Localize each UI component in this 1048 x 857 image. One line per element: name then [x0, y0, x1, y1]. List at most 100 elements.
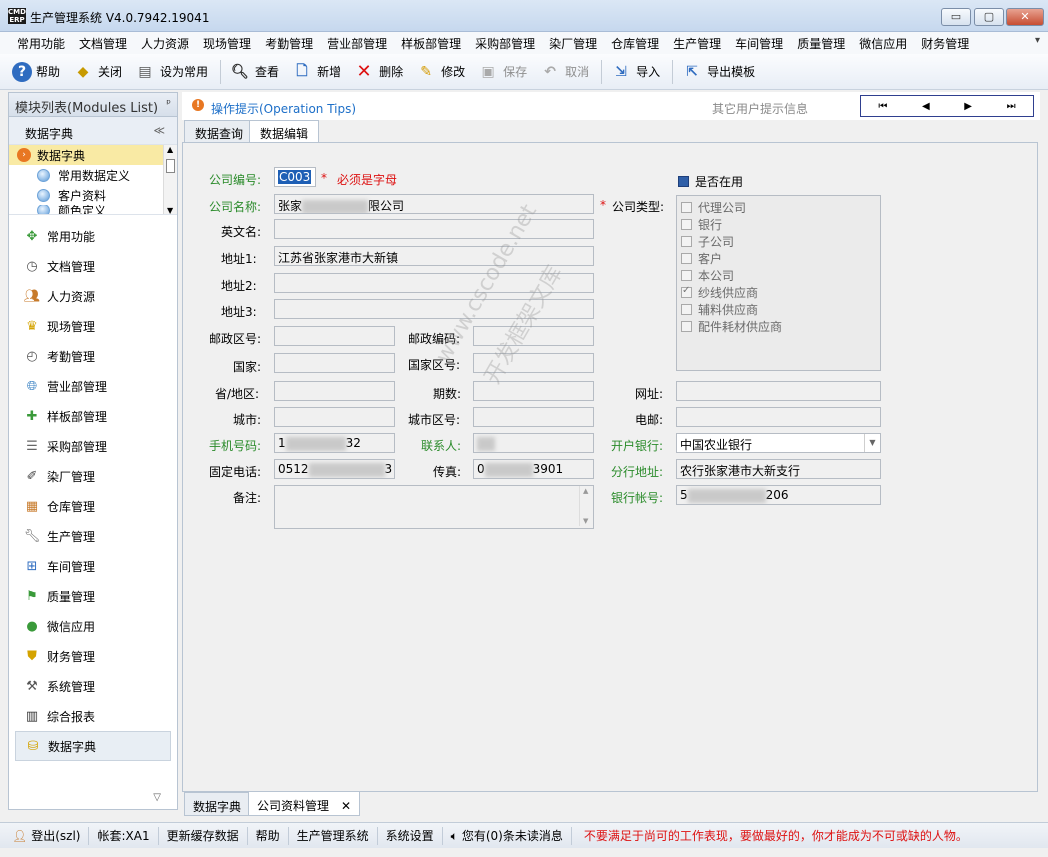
tree-node-colors[interactable]: 颜色定义	[9, 205, 177, 214]
module-production[interactable]: 🔧︎ 生产管理	[9, 521, 177, 551]
address2-input[interactable]	[274, 273, 594, 293]
menu-common[interactable]: 常用功能	[10, 35, 72, 52]
address3-input[interactable]	[274, 299, 594, 319]
close-tab-icon[interactable]: ✕	[341, 799, 351, 813]
collapse-icon[interactable]: ≪	[153, 124, 165, 137]
menu-documents[interactable]: 文档管理	[72, 35, 134, 52]
menu-workshop[interactable]: 车间管理	[728, 35, 790, 52]
tab-data-edit[interactable]: 数据编辑	[249, 120, 320, 143]
account-input[interactable]: 5 206	[676, 485, 881, 505]
menu-sales[interactable]: 营业部管理	[320, 35, 394, 52]
module-attendance[interactable]: ◴ 考勤管理	[9, 341, 177, 371]
module-wechat[interactable]: ● 微信应用	[9, 611, 177, 641]
remark-textarea[interactable]: ▲ ▼	[274, 485, 594, 529]
doc-tab-data-dictionary[interactable]: 数据字典	[184, 792, 251, 816]
module-workshop[interactable]: ⊞ 车间管理	[9, 551, 177, 581]
maximize-button[interactable]: ▢	[974, 8, 1004, 26]
in-use-checkbox[interactable]: 是否在用	[678, 173, 743, 190]
module-dyeing[interactable]: ✐ 染厂管理	[9, 461, 177, 491]
menu-finance[interactable]: 财务管理	[914, 35, 976, 52]
import-button[interactable]: ⇲ 导入	[610, 61, 660, 83]
pin-icon[interactable]: ᵖ	[166, 97, 171, 110]
city-input[interactable]	[274, 407, 395, 427]
menu-site[interactable]: 现场管理	[196, 35, 258, 52]
phone-input[interactable]: 0512 3	[274, 459, 395, 479]
menu-production[interactable]: 生产管理	[666, 35, 728, 52]
country-input[interactable]	[274, 353, 395, 373]
tab-data-query[interactable]: 数据查询	[184, 120, 255, 142]
type-bank[interactable]: 银行	[681, 216, 876, 233]
save-button[interactable]: ▣ 保存	[477, 61, 527, 83]
minimize-button[interactable]: ▭	[941, 8, 971, 26]
city-area-input[interactable]	[473, 407, 594, 427]
set-common-button[interactable]: ▤ 设为常用	[134, 61, 208, 83]
cancel-button[interactable]: ↶ 取消	[539, 61, 589, 83]
menu-wechat[interactable]: 微信应用	[852, 35, 914, 52]
period-input[interactable]	[473, 381, 594, 401]
postal-area-input[interactable]	[274, 326, 395, 346]
website-input[interactable]	[676, 381, 881, 401]
add-button[interactable]: 🗋 新增	[291, 61, 341, 83]
menu-warehouse[interactable]: 仓库管理	[604, 35, 666, 52]
delete-button[interactable]: ✕ 删除	[353, 61, 404, 83]
doc-tab-company-info[interactable]: 公司资料管理 ✕	[248, 792, 361, 816]
next-record-icon[interactable]: ▶	[964, 101, 972, 112]
module-warehouse[interactable]: ▦ 仓库管理	[9, 491, 177, 521]
province-input[interactable]	[274, 381, 395, 401]
scroll-thumb[interactable]	[166, 159, 175, 173]
messages-button[interactable]: 🔈︎ 您有(0)条未读消息	[443, 826, 572, 845]
branch-input[interactable]: 农行张家港市大新支行	[676, 459, 881, 479]
type-accessory-supplier[interactable]: 辅料供应商	[681, 301, 876, 318]
expand-more-icon[interactable]: ▽	[9, 792, 177, 803]
tree-node-common-data[interactable]: 常用数据定义	[9, 165, 177, 185]
module-purchasing[interactable]: ☰ 采购部管理	[9, 431, 177, 461]
export-template-button[interactable]: ⇱ 导出模板	[681, 61, 755, 83]
module-data-dictionary[interactable]: ⛁ 数据字典	[15, 731, 171, 761]
view-button[interactable]: 🔍︎ 查看	[229, 61, 279, 83]
tree-scrollbar[interactable]: ▲ ▼	[163, 145, 177, 214]
menu-overflow-icon[interactable]: ▾	[1035, 35, 1040, 46]
type-agent[interactable]: 代理公司	[681, 199, 876, 216]
module-sample[interactable]: ✚ 样板部管理	[9, 401, 177, 431]
module-hr[interactable]: 👥︎ 人力资源	[9, 281, 177, 311]
fax-input[interactable]: 0 3901	[473, 459, 594, 479]
menu-sample[interactable]: 样板部管理	[394, 35, 468, 52]
module-system[interactable]: ⚒ 系统管理	[9, 671, 177, 701]
type-own-company[interactable]: 本公司	[681, 267, 876, 284]
section-header[interactable]: 数据字典 ≪	[9, 117, 177, 145]
address1-input[interactable]: 江苏省张家港市大新镇	[274, 246, 594, 266]
module-quality[interactable]: ⚑ 质量管理	[9, 581, 177, 611]
edit-button[interactable]: ✎ 修改	[415, 61, 465, 83]
remark-scrollbar[interactable]: ▲ ▼	[579, 486, 593, 526]
module-site[interactable]: ♛ 现场管理	[9, 311, 177, 341]
dropdown-arrow-icon[interactable]: ▼	[864, 434, 880, 452]
menu-dyeing[interactable]: 染厂管理	[542, 35, 604, 52]
first-record-icon[interactable]: ⏮	[878, 101, 887, 112]
module-finance[interactable]: ⛊ 财务管理	[9, 641, 177, 671]
last-record-icon[interactable]: ⏭	[1007, 101, 1016, 112]
status-system-button[interactable]: 生产管理系统	[289, 826, 378, 845]
logout-button[interactable]: 👤︎ 登出(szl)	[0, 826, 90, 845]
status-help-button[interactable]: 帮助	[248, 826, 289, 845]
module-sales[interactable]: 🌐︎ 营业部管理	[9, 371, 177, 401]
menu-hr[interactable]: 人力资源	[134, 35, 196, 52]
country-area-input[interactable]	[473, 353, 594, 373]
contact-input[interactable]	[473, 433, 594, 453]
company-code-input[interactable]: C003	[274, 167, 316, 187]
close-window-button[interactable]: ✕	[1006, 8, 1044, 26]
menu-purchasing[interactable]: 采购部管理	[468, 35, 542, 52]
module-documents[interactable]: ◷ 文档管理	[9, 251, 177, 281]
type-customer[interactable]: 客户	[681, 250, 876, 267]
postal-code-input[interactable]	[473, 326, 594, 346]
type-yarn-supplier[interactable]: 纱线供应商	[681, 284, 876, 301]
company-name-input[interactable]: 张家 限公司	[274, 194, 594, 214]
prev-record-icon[interactable]: ◀	[922, 101, 930, 112]
bank-select[interactable]: 中国农业银行 ▼	[676, 433, 881, 453]
english-name-input[interactable]	[274, 219, 594, 239]
module-common[interactable]: ✥ 常用功能	[9, 221, 177, 251]
close-button[interactable]: ◆ 关闭	[72, 61, 122, 83]
tree-node-data-dictionary[interactable]: › 数据字典	[9, 145, 163, 165]
menu-attendance[interactable]: 考勤管理	[258, 35, 320, 52]
type-consumables-supplier[interactable]: 配件耗材供应商	[681, 318, 876, 335]
module-reports[interactable]: ▥ 综合报表	[9, 701, 177, 731]
